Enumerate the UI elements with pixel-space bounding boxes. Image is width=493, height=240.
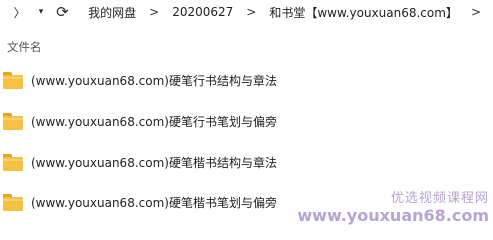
refresh-button[interactable]: ⟳ xyxy=(54,2,71,22)
watermark-url: www.youxuan68.com xyxy=(297,205,489,225)
breadcrumb-item-date-folder[interactable]: 20200627 xyxy=(171,5,234,19)
breadcrumb: 我的网盘 > 20200627 > 和书堂【www.youxuan68.com】… xyxy=(87,4,493,21)
watermark-title: 优选视频课程网 xyxy=(390,190,489,206)
breadcrumb-item-root[interactable]: 我的网盘 xyxy=(87,4,137,21)
chevron-right-icon: 〉 xyxy=(13,5,26,20)
breadcrumb-separator[interactable]: > xyxy=(234,5,268,19)
caret-down-icon: ▾ xyxy=(38,7,44,17)
file-name: (www.youxuan68.com)硬笔楷书笔划与偏旁 xyxy=(31,195,277,210)
file-name: (www.youxuan68.com)硬笔楷书结构与章法 xyxy=(31,155,277,170)
forward-button[interactable]: 〉 xyxy=(9,2,30,22)
list-header: 文件名 xyxy=(0,38,493,56)
file-name: (www.youxuan68.com)硬笔行书笔划与偏旁 xyxy=(31,114,277,129)
file-name: (www.youxuan68.com)硬笔行书结构与章法 xyxy=(31,73,277,88)
list-item[interactable]: (www.youxuan68.com)硬笔楷书结构与章法 xyxy=(0,144,493,180)
column-header-name[interactable]: 文件名 xyxy=(7,39,42,55)
folder-icon xyxy=(3,193,23,211)
list-item[interactable]: (www.youxuan68.com)硬笔行书结构与章法 xyxy=(0,62,493,98)
history-dropdown-button[interactable]: ▾ xyxy=(34,2,48,22)
folder-icon xyxy=(3,112,23,130)
breadcrumb-separator[interactable]: > xyxy=(459,5,493,19)
breadcrumb-item-current-folder[interactable]: 和书堂【www.youxuan68.com】 xyxy=(268,4,459,21)
folder-icon xyxy=(3,153,23,171)
breadcrumb-separator[interactable]: > xyxy=(137,5,171,19)
refresh-icon: ⟳ xyxy=(56,3,69,21)
toolbar: 〉 ▾ ⟳ 我的网盘 > 20200627 > 和书堂【www.youxuan6… xyxy=(0,0,493,24)
watermark: 优选视频课程网 www.youxuan68.com xyxy=(297,190,489,225)
list-item[interactable]: (www.youxuan68.com)硬笔行书笔划与偏旁 xyxy=(0,103,493,139)
folder-icon xyxy=(3,71,23,89)
